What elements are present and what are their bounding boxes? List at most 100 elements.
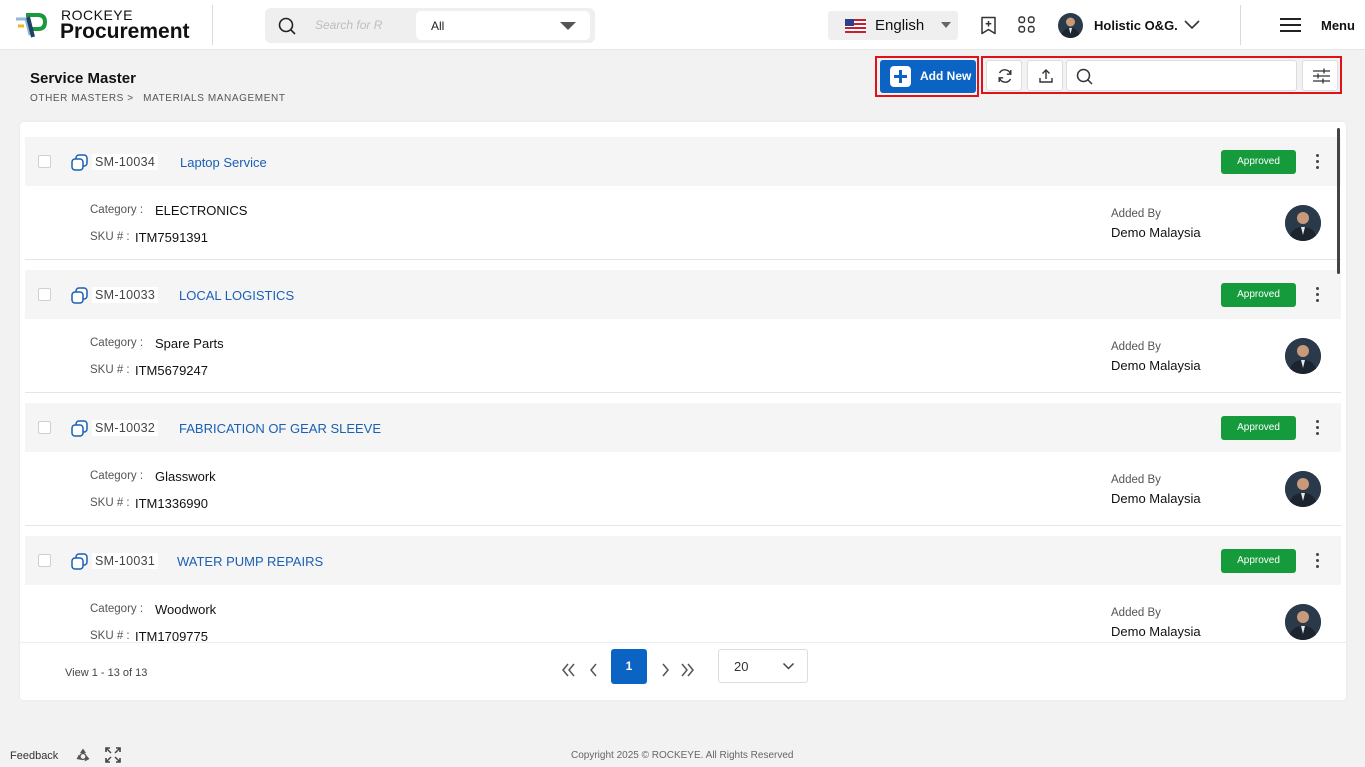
row-checkbox[interactable] <box>38 554 51 567</box>
previous-page-icon[interactable] <box>584 659 604 681</box>
menu-label[interactable]: Menu <box>1321 18 1355 33</box>
divider <box>25 259 1341 260</box>
copy-icon[interactable] <box>69 285 90 306</box>
divider <box>25 392 1341 393</box>
service-name-link[interactable]: WATER PUMP REPAIRS <box>177 554 323 569</box>
add-new-button[interactable]: Add New <box>880 60 976 93</box>
sku-label: SKU # : <box>90 231 130 243</box>
category-label: Category : <box>90 470 144 482</box>
creator-avatar <box>1285 604 1321 640</box>
added-by-label: Added By <box>1111 607 1161 619</box>
rockeye-logo-icon[interactable] <box>14 9 48 41</box>
list-scrollbar[interactable] <box>1337 128 1340 274</box>
copy-icon[interactable] <box>69 152 90 173</box>
sku-value: ITM5679247 <box>135 363 208 378</box>
us-flag-icon <box>845 19 866 33</box>
page-size-select[interactable]: 20 <box>718 649 808 683</box>
list-item: SM-10032 FABRICATION OF GEAR SLEEVE Appr… <box>25 403 1341 526</box>
more-options-icon[interactable] <box>1315 154 1321 170</box>
service-name-link[interactable]: LOCAL LOGISTICS <box>179 288 294 303</box>
plus-icon <box>890 66 911 87</box>
added-by-label: Added By <box>1111 474 1161 486</box>
search-icon[interactable] <box>278 17 296 35</box>
list-search-input[interactable] <box>1103 66 1288 86</box>
category-value: Woodwork <box>155 602 217 617</box>
more-options-icon[interactable] <box>1315 553 1321 569</box>
list-search <box>1066 60 1297 91</box>
added-by-value: Demo Malaysia <box>1111 491 1201 506</box>
creator-avatar <box>1285 205 1321 241</box>
chevron-down-icon[interactable] <box>1183 19 1201 31</box>
breadcrumb-item-other-masters[interactable]: OTHER MASTERS > <box>30 93 134 104</box>
hamburger-menu-icon[interactable] <box>1280 17 1302 33</box>
copy-icon[interactable] <box>69 418 90 439</box>
user-avatar[interactable] <box>1058 13 1083 38</box>
first-page-icon[interactable] <box>559 659 579 681</box>
language-select[interactable]: English <box>828 11 958 40</box>
filter-settings-button[interactable] <box>1302 60 1338 91</box>
sku-value: ITM1336990 <box>135 496 208 511</box>
service-code: SM-10031 <box>92 553 159 569</box>
more-options-icon[interactable] <box>1315 420 1321 436</box>
last-page-icon[interactable] <box>677 659 697 681</box>
sku-value: ITM1709775 <box>135 629 208 642</box>
service-code: SM-10034 <box>92 154 159 170</box>
upload-icon <box>1039 69 1053 83</box>
service-list-panel: SM-10034 Laptop Service Approved Categor… <box>20 122 1346 700</box>
search-icon <box>1076 68 1093 85</box>
sku-value: ITM7591391 <box>135 230 208 245</box>
added-by-label: Added By <box>1111 341 1161 353</box>
more-options-icon[interactable] <box>1315 287 1321 303</box>
sku-label: SKU # : <box>90 497 130 509</box>
added-by-value: Demo Malaysia <box>1111 225 1201 240</box>
view-range-info: View 1 - 13 of 13 <box>65 667 148 679</box>
refresh-button[interactable] <box>986 60 1022 91</box>
chevron-down-icon <box>782 662 795 670</box>
current-page-button[interactable]: 1 <box>611 649 647 684</box>
creator-avatar <box>1285 338 1321 374</box>
service-name-link[interactable]: FABRICATION OF GEAR SLEEVE <box>179 421 381 436</box>
category-label: Category : <box>90 204 144 216</box>
added-by-value: Demo Malaysia <box>1111 358 1201 373</box>
user-name[interactable]: Holistic O&G. <box>1094 18 1178 33</box>
brand-name-product: Procurement <box>60 20 190 43</box>
status-badge: Approved <box>1221 416 1296 440</box>
copy-icon[interactable] <box>69 551 90 572</box>
row-checkbox[interactable] <box>38 155 51 168</box>
sku-label: SKU # : <box>90 630 130 642</box>
category-value: Spare Parts <box>155 336 224 351</box>
list-item: SM-10033 LOCAL LOGISTICS Approved Catego… <box>25 270 1341 393</box>
caret-down-icon <box>941 22 951 28</box>
caret-down-icon <box>560 22 576 30</box>
search-scope-select[interactable]: All <box>416 11 590 40</box>
divider <box>25 525 1341 526</box>
breadcrumb-item-materials-management[interactable]: MATERIALS MANAGEMENT <box>143 93 285 104</box>
export-button[interactable] <box>1027 60 1063 91</box>
global-search-input[interactable]: Search for R <box>315 18 382 32</box>
copyright-text: Copyright 2025 © ROCKEYE. All Rights Res… <box>571 750 794 761</box>
page-title: Service Master <box>30 70 136 87</box>
recycle-icon[interactable] <box>75 747 91 763</box>
add-new-label: Add New <box>920 69 972 83</box>
search-scope-value: All <box>431 19 445 33</box>
service-name-link[interactable]: Laptop Service <box>180 155 267 170</box>
feedback-link[interactable]: Feedback <box>10 750 58 762</box>
added-by-label: Added By <box>1111 208 1161 220</box>
page-size-value: 20 <box>734 659 749 674</box>
bookmark-add-icon[interactable] <box>980 16 997 35</box>
divider <box>1240 5 1241 45</box>
row-checkbox[interactable] <box>38 288 51 301</box>
fullscreen-icon[interactable] <box>105 747 121 763</box>
top-navigation-bar: ROCKEYE Procurement Search for R All Eng… <box>0 0 1365 50</box>
added-by-value: Demo Malaysia <box>1111 624 1201 639</box>
category-value: ELECTRONICS <box>155 203 248 218</box>
list-item: SM-10031 WATER PUMP REPAIRS Approved Cat… <box>25 536 1341 642</box>
refresh-icon <box>998 69 1012 83</box>
next-page-icon[interactable] <box>656 659 676 681</box>
global-search: Search for R All <box>265 8 595 43</box>
status-badge: Approved <box>1221 150 1296 174</box>
list-item: SM-10034 Laptop Service Approved Categor… <box>25 137 1341 260</box>
row-checkbox[interactable] <box>38 421 51 434</box>
breadcrumb: OTHER MASTERS > MATERIALS MANAGEMENT <box>30 93 292 104</box>
apps-grid-icon[interactable] <box>1018 16 1035 33</box>
